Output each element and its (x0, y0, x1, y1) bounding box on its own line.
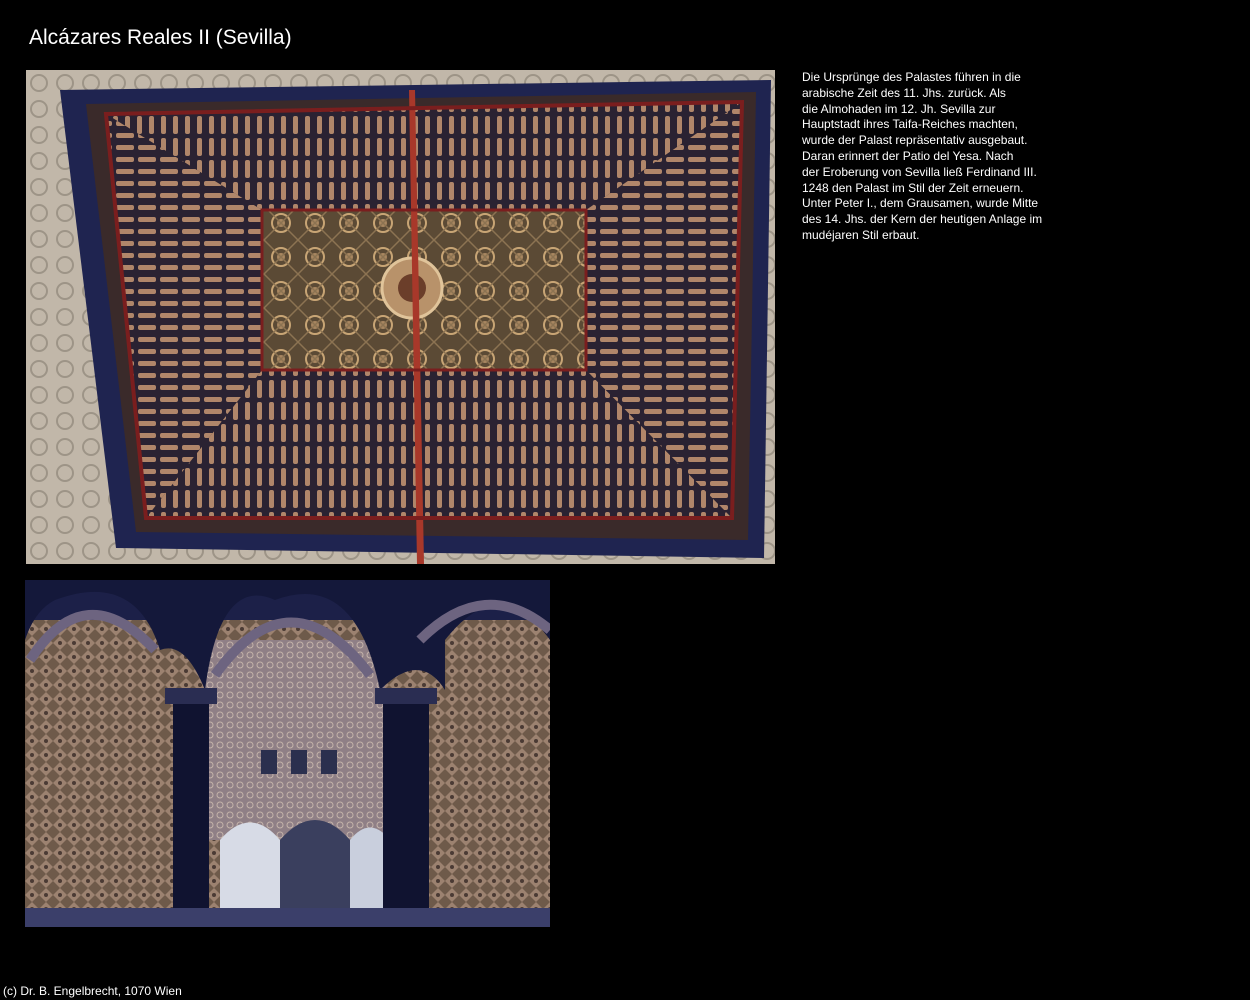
description-line: wurde der Palast repräsentativ ausgebaut… (802, 133, 1028, 148)
description-line: Daran erinnert der Patio del Yesa. Nach (802, 148, 1014, 163)
ceiling-image (26, 70, 775, 564)
description-line: Hauptstadt ihres Taifa-Reiches machten, (802, 117, 1018, 132)
description-line: Die Ursprünge des Palastes führen in die (802, 70, 1021, 84)
ceiling-photo (26, 70, 775, 564)
arches-photo (25, 580, 550, 927)
copyright-notice: (c) Dr. B. Engelbrecht, 1070 Wien (3, 984, 182, 998)
description-line: des 14. Jhs. der Kern der heutigen Anlag… (802, 212, 1043, 227)
page-title: Alcázares Reales II (Sevilla) (29, 26, 292, 49)
description-line: mudéjaren Stil erbaut. (802, 227, 920, 242)
description-line: arabische Zeit des 11. Jhs. zurück. Als (802, 85, 1006, 100)
arches-image (25, 580, 550, 927)
page: Alcázares Reales II (Sevilla) Die Ursprü… (0, 0, 1250, 1000)
description-line: 1248 den Palast im Stil der Zeit erneuer… (802, 180, 1024, 195)
description-line: Unter Peter I., dem Grausamen, wurde Mit… (802, 196, 1039, 211)
description-text: Die Ursprünge des Palastes führen in die… (802, 70, 1062, 244)
description-line: die Almohaden im 12. Jh. Sevilla zur (802, 101, 996, 116)
description-line: der Eroberung von Sevilla ließ Ferdinand… (802, 164, 1037, 179)
